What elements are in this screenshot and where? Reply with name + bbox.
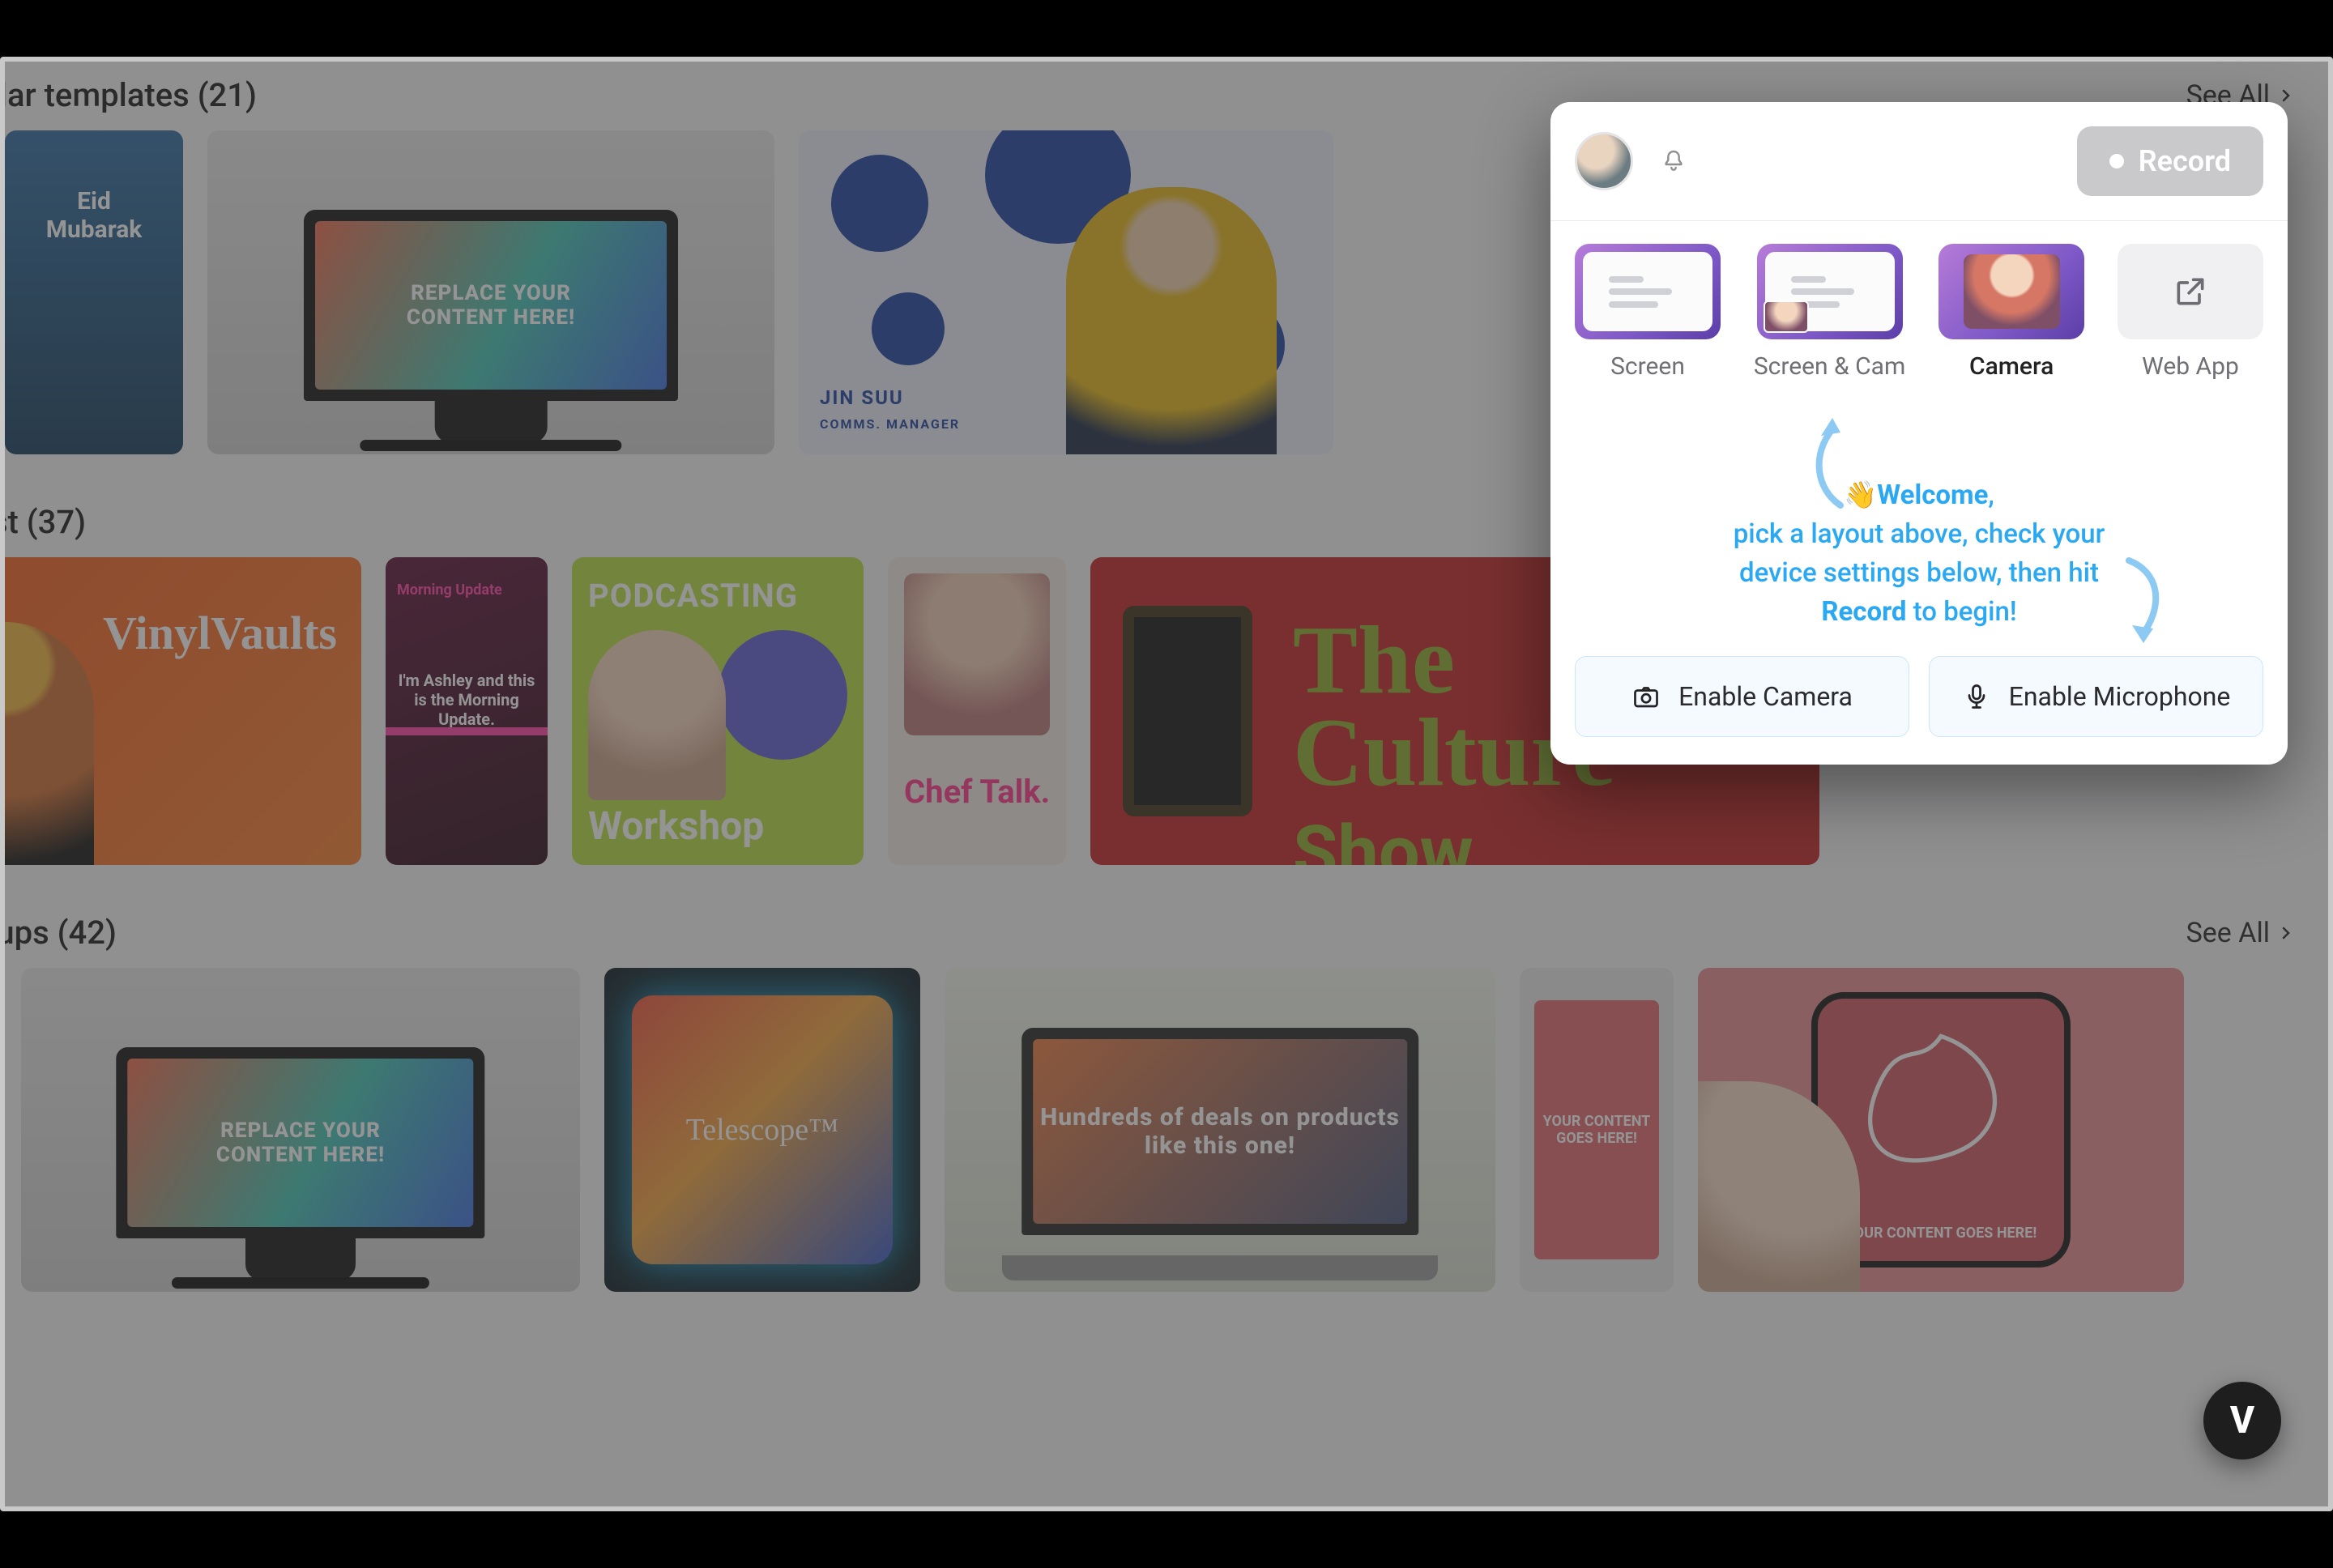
arrow-down-icon — [2116, 556, 2173, 645]
mode-web-app[interactable]: Web App — [2118, 244, 2263, 381]
mode-label: Web App — [2142, 352, 2239, 381]
enable-camera-button[interactable]: Enable Camera — [1575, 656, 1909, 737]
mode-label: Camera — [1969, 352, 2054, 381]
external-link-icon — [2173, 274, 2208, 309]
recorder-popup: Record Screen Screen & Cam — [1550, 102, 2288, 765]
record-label: Record — [2139, 144, 2231, 178]
record-dot-icon — [2109, 154, 2124, 168]
mode-label: Screen — [1610, 352, 1685, 381]
bell-icon[interactable] — [1661, 148, 1687, 174]
mode-camera[interactable]: Camera — [1938, 244, 2084, 381]
mode-label: Screen & Cam — [1754, 352, 1906, 381]
avatar[interactable] — [1575, 132, 1633, 190]
enable-camera-label: Enable Camera — [1678, 681, 1853, 712]
camera-icon — [1631, 682, 1661, 711]
enable-microphone-label: Enable Microphone — [2009, 681, 2231, 712]
enable-microphone-button[interactable]: Enable Microphone — [1929, 656, 2263, 737]
help-fab[interactable]: V — [2203, 1382, 2281, 1459]
record-button[interactable]: Record — [2077, 126, 2263, 196]
microphone-icon — [1962, 682, 1991, 711]
divider — [1550, 220, 2288, 221]
mode-screen[interactable]: Screen — [1575, 244, 1721, 381]
fab-label: V — [2230, 1399, 2254, 1442]
mode-screen-cam[interactable]: Screen & Cam — [1754, 244, 1906, 381]
welcome-text: 👋Welcome, pick a layout above, check you… — [1725, 476, 2113, 631]
